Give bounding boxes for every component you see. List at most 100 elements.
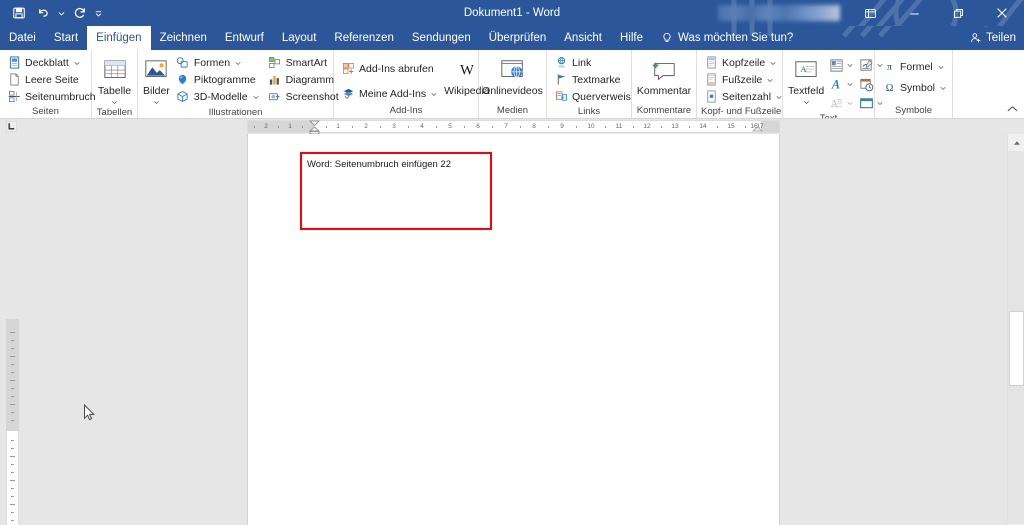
ribbon-display-icon[interactable] — [848, 0, 892, 26]
icons-button[interactable]: Piktogramme — [173, 71, 263, 88]
tab-ueberpruefen[interactable]: Überprüfen — [480, 26, 556, 50]
ribbon-group-label-kommentare: Kommentare — [636, 105, 692, 116]
get-addins-label: Add-Ins abrufen — [359, 62, 434, 75]
symbol-icon: Ω — [882, 81, 896, 95]
chevron-down-icon[interactable] — [234, 60, 242, 66]
chevron-down-icon[interactable] — [775, 94, 783, 100]
tab-einfuegen[interactable]: Einfügen — [87, 26, 151, 50]
chevron-down-icon[interactable] — [937, 64, 945, 70]
online-video-button[interactable]: Onlinevideos — [481, 54, 544, 97]
symbol-button[interactable]: Ω Symbol — [879, 79, 950, 96]
get-addins-button[interactable]: Add-Ins abrufen — [338, 60, 441, 77]
link-label: Link — [572, 56, 592, 69]
undo-icon[interactable] — [32, 2, 54, 24]
cross-reference-icon — [554, 90, 568, 104]
tab-datei[interactable]: Datei — [0, 26, 45, 50]
chevron-down-icon[interactable] — [73, 60, 81, 66]
lightbulb-icon — [661, 32, 673, 44]
vertical-ruler[interactable] — [6, 134, 19, 525]
bookmark-button[interactable]: Textmarke — [551, 71, 634, 88]
quick-access-toolbar — [0, 2, 104, 24]
page-break-icon — [7, 90, 21, 104]
equation-button[interactable]: π Formel — [879, 58, 950, 75]
user-account-name-blurred[interactable] — [718, 5, 840, 21]
page-1[interactable]: Word: Seitenumbruch einfügen 22 — [247, 134, 780, 525]
horizontal-ruler[interactable]: 2 1 1 2 3 4 5 6 7 8 9 10 11 12 13 14 15 … — [247, 120, 780, 135]
cross-reference-button[interactable]: Querverweis — [551, 88, 634, 105]
tell-me-search[interactable]: Was möchten Sie tun? — [652, 26, 802, 50]
my-addins-button[interactable]: Meine Add-Ins — [338, 85, 441, 102]
tab-ansicht[interactable]: Ansicht — [555, 26, 611, 50]
page-number-button[interactable]: Seitenzahl — [701, 88, 786, 105]
drop-cap-button[interactable]: A — [827, 94, 855, 112]
text-box-button[interactable]: A Textfeld — [787, 54, 825, 106]
close-icon[interactable] — [980, 0, 1024, 26]
svg-text:A: A — [831, 77, 840, 91]
footer-button[interactable]: Fußzeile — [701, 71, 786, 88]
indent-markers[interactable] — [309, 120, 320, 135]
online-video-icon — [499, 56, 527, 86]
vertical-scrollbar[interactable] — [1007, 134, 1024, 525]
chevron-down-icon[interactable] — [803, 97, 810, 106]
header-button[interactable]: Kopfzeile — [701, 54, 786, 71]
tab-hilfe[interactable]: Hilfe — [611, 26, 652, 50]
restore-icon[interactable] — [936, 0, 980, 26]
customize-qat-chevron-down-icon[interactable] — [93, 2, 104, 24]
vertical-scroll-thumb[interactable] — [1009, 311, 1024, 386]
comment-label: Kommentar — [636, 85, 692, 97]
redo-icon[interactable] — [69, 2, 91, 24]
tab-stop-selector[interactable] — [0, 119, 22, 134]
scroll-up-icon[interactable] — [1008, 134, 1024, 151]
tab-sendungen[interactable]: Sendungen — [403, 26, 480, 50]
quick-parts-button[interactable] — [827, 56, 855, 74]
page-break-button[interactable]: Seitenumbruch — [4, 88, 99, 105]
tab-entwurf[interactable]: Entwurf — [216, 26, 273, 50]
svg-text:π: π — [886, 62, 891, 73]
window-controls — [718, 0, 1024, 26]
chevron-down-icon[interactable] — [153, 97, 160, 106]
chevron-down-icon[interactable] — [111, 97, 118, 106]
page-number-icon — [704, 90, 718, 104]
title-bar: Dokument1 - Word — [0, 0, 1024, 26]
page-number-label: Seitenzahl — [722, 90, 772, 103]
link-icon — [554, 56, 568, 70]
wordart-button[interactable]: A — [827, 75, 855, 93]
tab-referenzen[interactable]: Referenzen — [325, 26, 402, 50]
chevron-down-icon[interactable] — [845, 62, 854, 68]
tab-start[interactable]: Start — [45, 26, 87, 50]
chevron-down-icon[interactable] — [769, 60, 777, 66]
ribbon-group-seiten: Deckblatt Leere Seite Seitenumbruch Seit… — [0, 50, 96, 118]
tab-zeichnen[interactable]: Zeichnen — [151, 26, 216, 50]
chevron-down-icon[interactable] — [430, 91, 438, 97]
3d-models-button[interactable]: 3D-Modelle — [173, 88, 263, 105]
share-button[interactable]: Teilen — [970, 26, 1016, 50]
online-video-label: Onlinevideos — [482, 85, 543, 97]
pictures-button[interactable]: Bilder — [142, 54, 171, 106]
chevron-down-icon[interactable] — [766, 77, 774, 83]
minimize-icon[interactable] — [892, 0, 936, 26]
vertical-scroll-track[interactable] — [1008, 151, 1024, 524]
chevron-down-icon[interactable] — [845, 81, 854, 87]
chevron-down-icon[interactable] — [845, 100, 854, 106]
table-button[interactable]: Tabelle — [96, 54, 133, 106]
undo-chevron-down-icon[interactable] — [56, 2, 67, 24]
chevron-down-icon[interactable] — [252, 94, 260, 100]
save-icon[interactable] — [8, 2, 30, 24]
svg-text:Ω: Ω — [885, 83, 893, 94]
ruler-ticks: 2 1 1 2 3 4 5 6 7 8 9 10 11 12 13 14 15 … — [248, 121, 779, 132]
right-indent-marker[interactable] — [752, 120, 763, 135]
blank-page-button[interactable]: Leere Seite — [4, 71, 99, 88]
tab-layout[interactable]: Layout — [273, 26, 326, 50]
shapes-button[interactable]: Formen — [173, 54, 263, 71]
comment-button[interactable]: Kommentar — [636, 54, 692, 97]
bookmark-label: Textmarke — [572, 73, 621, 86]
ribbon-group-kommentare: Kommentar Kommentare — [632, 50, 697, 118]
collapse-ribbon-button[interactable] — [1004, 102, 1020, 116]
cover-page-button[interactable]: Deckblatt — [4, 54, 99, 71]
link-button[interactable]: Link — [551, 54, 634, 71]
document-canvas[interactable]: Word: Seitenumbruch einfügen 22 Word: Se… — [0, 134, 1024, 525]
chevron-down-icon[interactable] — [939, 85, 947, 91]
ribbon-group-tabellen: Tabelle Tabellen — [92, 50, 138, 118]
cover-page-label: Deckblatt — [25, 56, 69, 69]
signature-line-icon — [858, 57, 875, 74]
